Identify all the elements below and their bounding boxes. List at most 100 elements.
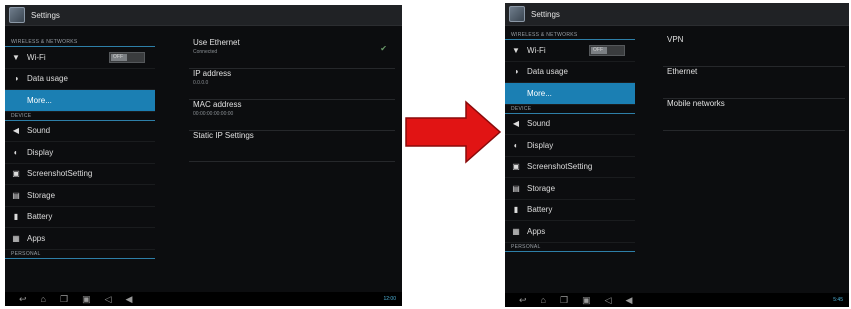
detail-subtitle: Connected	[193, 49, 218, 55]
sidebar-item-sound[interactable]: ◀ Sound	[5, 121, 155, 142]
battery-icon: ▮	[13, 212, 19, 222]
sidebar-item-screenshotsetting[interactable]: ▣ ScreenshotSetting	[505, 157, 635, 178]
sidebar-item-label: Sound	[527, 119, 551, 129]
action-bar: Settings	[505, 3, 849, 26]
sidebar-item-screenshotsetting[interactable]: ▣ ScreenshotSetting	[5, 164, 155, 185]
screenshot-icon: ▣	[12, 169, 20, 179]
screenshot-icon: ▣	[512, 162, 520, 172]
sidebar-item-wi-fi[interactable]: ▼ Wi-Fi OFF	[505, 40, 635, 62]
battery-icon: ▮	[513, 205, 519, 215]
app-title: Settings	[531, 9, 560, 19]
detail-title: Mobile networks	[667, 99, 725, 108]
app-title: Settings	[31, 10, 60, 20]
checkbox-checked-icon[interactable]: ✔	[380, 44, 387, 53]
sidebar-item-display[interactable]: ◐ Display	[505, 135, 635, 157]
volume-down-icon[interactable]: ◁	[605, 295, 612, 306]
section-header: PERSONAL	[505, 243, 635, 252]
sidebar-item-storage[interactable]: ▤ Storage	[5, 185, 155, 207]
sidebar-item-label: ScreenshotSetting	[527, 162, 593, 172]
sound-icon: ◀	[12, 126, 20, 136]
screenshot-icon[interactable]: ▣	[82, 294, 91, 305]
detail-row-vpn[interactable]: VPN	[663, 35, 845, 67]
recent-apps-icon[interactable]: ❐	[560, 295, 568, 306]
sidebar-item-label: Storage	[27, 190, 56, 200]
sidebar-item-label: Apps	[527, 226, 546, 236]
section-header: WIRELESS & NETWORKS	[5, 38, 155, 47]
sidebar-item-label: Apps	[27, 233, 46, 243]
system-nav-bar: ↩ ⌂ ❐ ▣ ◁ ◀ 5:45	[505, 293, 849, 307]
sidebar-item-label: Battery	[27, 212, 53, 222]
wifi-icon: ▼	[12, 52, 20, 62]
sidebar-item-label: Display	[27, 147, 54, 157]
apps-icon: ▦	[12, 233, 20, 243]
back-icon[interactable]: ↩	[519, 295, 527, 306]
detail-row-static-ip-settings[interactable]: Static IP Settings	[189, 131, 395, 162]
detail-title: Use Ethernet	[193, 38, 240, 47]
wifi-icon: ▼	[512, 45, 520, 55]
sidebar-item-sound[interactable]: ◀ Sound	[505, 114, 635, 135]
detail-title: IP address	[193, 69, 232, 78]
detail-row-ethernet[interactable]: Ethernet	[663, 67, 845, 99]
sidebar-item-battery[interactable]: ▮ Battery	[505, 200, 635, 221]
system-nav-bar: ↩ ⌂ ❐ ▣ ◁ ◀ 12:00	[5, 292, 402, 306]
screenshot-icon[interactable]: ▣	[582, 295, 591, 306]
section-header: WIRELESS & NETWORKS	[505, 31, 635, 40]
wifi-toggle[interactable]: OFF	[109, 51, 145, 63]
display-icon: ◐	[13, 147, 19, 157]
section-header: PERSONAL	[5, 250, 155, 259]
sidebar-item-label: Wi-Fi	[527, 45, 546, 55]
apps-icon: ▦	[512, 226, 520, 236]
storage-icon: ▤	[512, 183, 520, 193]
detail-row-mac-address[interactable]: MAC address 00:00:00:00:00:00	[189, 100, 395, 131]
sidebar-item-label: Display	[527, 140, 554, 150]
sidebar-item-label: Battery	[527, 205, 553, 215]
settings-sidebar: WIRELESS & NETWORKS ▼ Wi-Fi OFF ◑ Data usage M…	[505, 31, 635, 252]
storage-icon: ▤	[12, 190, 20, 200]
sidebar-item-more[interactable]: More...	[505, 83, 635, 105]
sidebar-item-label: Data usage	[27, 74, 68, 84]
volume-up-icon[interactable]: ◀	[626, 295, 633, 306]
detail-row-mobile-networks[interactable]: Mobile networks	[663, 99, 845, 131]
data-usage-icon: ◑	[513, 67, 519, 77]
status-clock: 12:00	[383, 296, 396, 302]
detail-row-use-ethernet[interactable]: Use Ethernet Connected ✔	[189, 38, 395, 69]
back-icon[interactable]: ↩	[19, 294, 27, 305]
status-clock: 5:45	[833, 297, 843, 303]
sidebar-item-label: More...	[527, 88, 552, 98]
transition-arrow-icon	[405, 100, 502, 164]
detail-title: Ethernet	[667, 67, 698, 76]
detail-title: VPN	[667, 35, 684, 44]
sidebar-item-display[interactable]: ◐ Display	[5, 142, 155, 164]
volume-down-icon[interactable]: ◁	[105, 294, 112, 305]
sidebar-item-apps[interactable]: ▦ Apps	[505, 221, 635, 243]
sound-icon: ◀	[512, 119, 520, 129]
sidebar-item-label: More...	[27, 95, 52, 105]
sidebar-item-storage[interactable]: ▤ Storage	[505, 178, 635, 200]
settings-sidebar: WIRELESS & NETWORKS ▼ Wi-Fi OFF ◑ Data usage M…	[5, 38, 155, 259]
detail-title: Static IP Settings	[193, 131, 254, 140]
settings-app-icon	[9, 7, 25, 23]
display-icon: ◐	[513, 140, 519, 150]
sidebar-item-battery[interactable]: ▮ Battery	[5, 207, 155, 228]
recent-apps-icon[interactable]: ❐	[60, 294, 68, 305]
detail-pane: Use Ethernet Connected ✔ IP address 0.0.0.0 M…	[189, 38, 395, 162]
wifi-toggle[interactable]: OFF	[589, 44, 625, 56]
settings-app-icon	[509, 6, 525, 22]
toggle-label: OFF	[593, 46, 603, 53]
sidebar-item-label: ScreenshotSetting	[27, 169, 93, 179]
detail-pane: VPN Ethernet Mobile networks	[663, 35, 845, 131]
sidebar-item-data-usage[interactable]: ◑ Data usage	[5, 69, 155, 90]
sidebar-item-data-usage[interactable]: ◑ Data usage	[505, 62, 635, 83]
section-header: DEVICE	[5, 112, 155, 121]
home-icon[interactable]: ⌂	[541, 295, 546, 305]
sidebar-item-wi-fi[interactable]: ▼ Wi-Fi OFF	[5, 47, 155, 69]
sidebar-item-more[interactable]: More...	[5, 90, 155, 112]
volume-up-icon[interactable]: ◀	[126, 294, 133, 305]
data-usage-icon: ◑	[13, 74, 19, 84]
toggle-label: OFF	[113, 53, 123, 60]
home-icon[interactable]: ⌂	[41, 294, 46, 304]
sidebar-item-apps[interactable]: ▦ Apps	[5, 228, 155, 250]
detail-row-ip-address[interactable]: IP address 0.0.0.0	[189, 69, 395, 100]
screenshot-ethernet-settings: Settings WIRELESS & NETWORKS ▼ Wi-Fi OFF ◑ Da…	[5, 5, 402, 306]
detail-title: MAC address	[193, 100, 242, 109]
